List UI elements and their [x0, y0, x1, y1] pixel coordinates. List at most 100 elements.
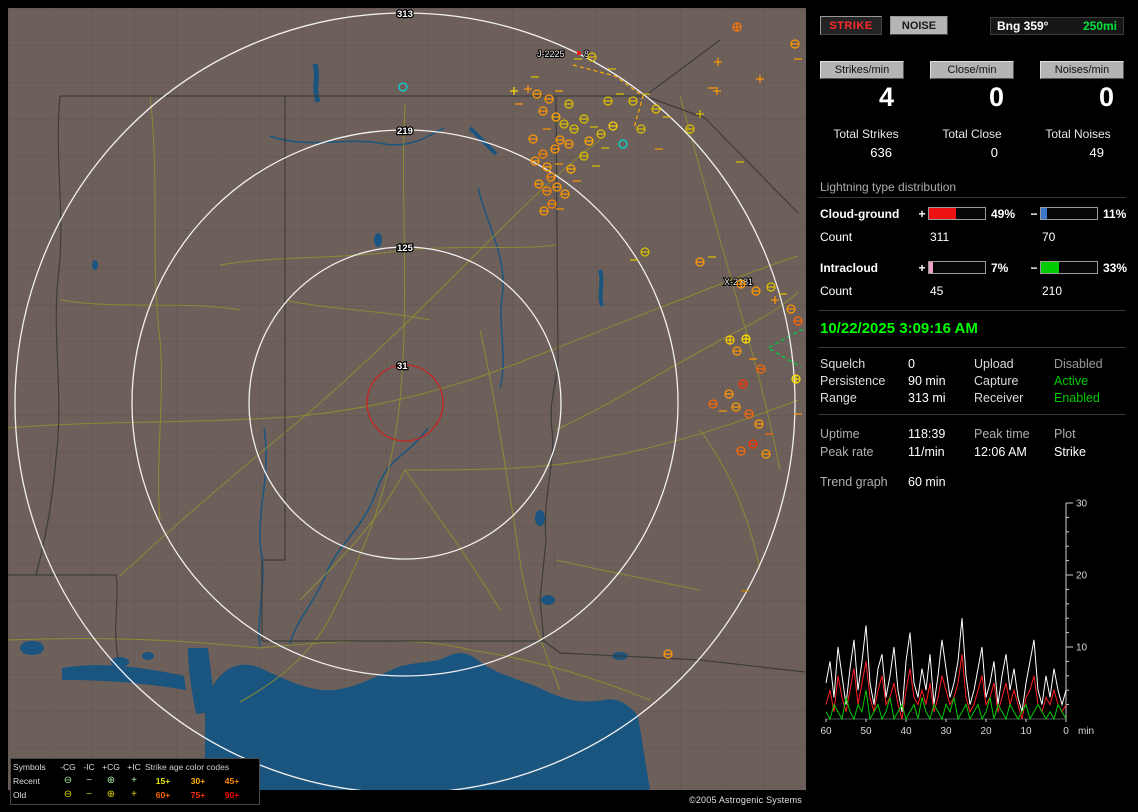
svg-text:219: 219 — [397, 126, 413, 137]
trend-axes: 10 20 30 60 50 40 30 20 10 0 min — [820, 499, 1094, 738]
capture-label: Capture — [974, 374, 1019, 388]
copyright-text: ©2005 Astrogenic Systems — [689, 795, 802, 805]
upload-label: Upload — [974, 357, 1014, 371]
svg-text:X-2981: X-2981 — [724, 277, 753, 287]
svg-text:30: 30 — [940, 726, 952, 737]
age-45: 45+ — [224, 776, 240, 786]
age-75: 75+ — [190, 790, 206, 800]
trend-graph: 10 20 30 60 50 40 30 20 10 0 min — [820, 499, 1094, 738]
peak-time-label: Peak time — [974, 427, 1030, 441]
legend-col-nic: -IC — [83, 762, 95, 772]
svg-text:10: 10 — [1020, 726, 1032, 737]
legend-col-pic: +IC — [127, 762, 141, 772]
cg-negative-bar — [1040, 207, 1098, 220]
rate-boxes: Strikes/min 4 Close/min 0 Noises/min 0 — [820, 61, 1124, 113]
svg-text:31: 31 — [397, 361, 408, 372]
age-30: 30+ — [190, 776, 206, 786]
status-panel: STRIKE NOISE Bng 359° 250mi Strikes/min … — [814, 8, 1130, 806]
intracloud-count-row: Count 45 210 — [820, 279, 1124, 302]
strike-symbol — [732, 22, 742, 32]
cloud-ground-row: Cloud-ground + 49% − 11% — [820, 202, 1126, 225]
legend-old-label: Old — [13, 790, 27, 800]
svg-text:30: 30 — [1076, 499, 1088, 510]
minus-sign: − — [1030, 260, 1038, 275]
svg-text:125: 125 — [397, 243, 414, 254]
intracloud-row: Intracloud + 7% − 33% — [820, 256, 1128, 279]
strikes-per-min-value: 4 — [878, 82, 894, 112]
total-strikes-label: Total Strikes — [833, 127, 899, 141]
receiver-label: Receiver — [974, 391, 1024, 405]
receiver-status: Enabled — [1054, 391, 1100, 405]
cg-positive-pct: 49% — [991, 206, 1016, 221]
old-cg-plus-icon: ⊕ — [106, 789, 116, 800]
close-per-min-button[interactable]: Close/min — [930, 61, 1014, 79]
range-value: 250mi — [1082, 18, 1117, 33]
datetime-display: 10/22/2025 3:09:16 AM — [820, 320, 978, 337]
peak-rate-label: Peak rate — [820, 445, 874, 459]
range-label: Range — [820, 391, 857, 405]
cg-positive-count: 311 — [930, 229, 950, 244]
svg-text:313: 313 — [397, 9, 413, 20]
minus-sign: − — [1030, 206, 1038, 221]
ic-negative-pct: 33% — [1103, 260, 1128, 275]
strike-symbol — [741, 334, 751, 344]
totals-row: Total Strikes 636 Total Close 0 Total No… — [820, 127, 1124, 160]
recent-ic-plus-icon: + — [131, 775, 137, 786]
svg-text:40: 40 — [900, 726, 912, 737]
strike-button[interactable]: STRIKE — [820, 16, 882, 35]
total-close-label: Total Close — [942, 127, 1002, 141]
recent-cg-minus-icon: ⊖ — [63, 775, 73, 786]
svg-text:J-2225: J-2225 — [537, 49, 565, 59]
squelch-value: 0 — [908, 357, 915, 371]
peak-time-value: 12:06 AM — [974, 445, 1027, 459]
ic-count-label: Count — [820, 283, 853, 298]
recent-ic-minus-icon: − — [86, 775, 92, 786]
legend-col-pcg: +CG — [102, 762, 120, 772]
strikes-per-min-button[interactable]: Strikes/min — [820, 61, 904, 79]
total-close-value: 0 — [990, 145, 998, 160]
total-noises-value: 49 — [1089, 145, 1104, 160]
intracloud-label: Intracloud — [820, 260, 879, 275]
persistence-label: Persistence — [820, 374, 886, 388]
svg-text:10: 10 — [1076, 643, 1088, 654]
legend-age-title: Strike age color codes — [145, 762, 230, 772]
plus-sign: + — [918, 260, 926, 275]
bearing-value: Bng 359° — [997, 18, 1049, 33]
ic-positive-bar — [928, 261, 986, 274]
plot-label: Plot — [1054, 427, 1076, 441]
uptime-grid: Uptime 118:39 Peak time Plot Peak rate 1… — [820, 427, 1124, 459]
persistence-value: 90 min — [908, 374, 946, 388]
svg-text:20: 20 — [980, 726, 992, 737]
map-legend: Symbols -CG -IC +CG +IC Strike age color… — [10, 758, 260, 805]
age-90: 90+ — [224, 790, 240, 800]
cg-count-label: Count — [820, 229, 853, 244]
recent-cg-plus-icon: ⊕ — [106, 775, 116, 786]
distribution-title: Lightning type distribution — [820, 180, 957, 194]
close-per-min-value: 0 — [988, 82, 1004, 112]
upload-status: Disabled — [1054, 357, 1103, 371]
cloud-ground-count-row: Count 311 70 — [820, 225, 1124, 248]
range-setting-value: 313 mi — [908, 391, 946, 405]
trend-graph-label: Trend graph — [820, 475, 888, 489]
legend-recent-label: Recent — [13, 776, 40, 786]
ic-negative-count: 210 — [1042, 283, 1063, 298]
cg-positive-bar — [928, 207, 986, 220]
total-strikes-value: 636 — [870, 145, 892, 160]
legend-col-ncg: -CG — [60, 762, 76, 772]
lightning-map[interactable]: 31321912531 J-2225 8X-2981 — [8, 8, 806, 790]
legend-symbols-title: Symbols — [13, 762, 46, 772]
uptime-value: 118:39 — [908, 427, 946, 441]
svg-text:60: 60 — [820, 726, 832, 737]
old-ic-minus-icon: − — [86, 789, 92, 800]
plus-sign: + — [918, 206, 926, 221]
mode-buttons: STRIKE NOISE Bng 359° 250mi — [820, 16, 1124, 35]
ic-positive-pct: 7% — [991, 260, 1009, 275]
noise-button[interactable]: NOISE — [890, 16, 948, 35]
noises-per-min-button[interactable]: Noises/min — [1040, 61, 1124, 79]
total-noises-label: Total Noises — [1045, 127, 1111, 141]
trend-window-value: 60 min — [908, 475, 946, 489]
strike-symbol — [736, 279, 746, 289]
svg-text:20: 20 — [1076, 571, 1088, 582]
ic-positive-count: 45 — [930, 283, 944, 298]
trend-header: Trend graph 60 min — [820, 475, 1124, 489]
